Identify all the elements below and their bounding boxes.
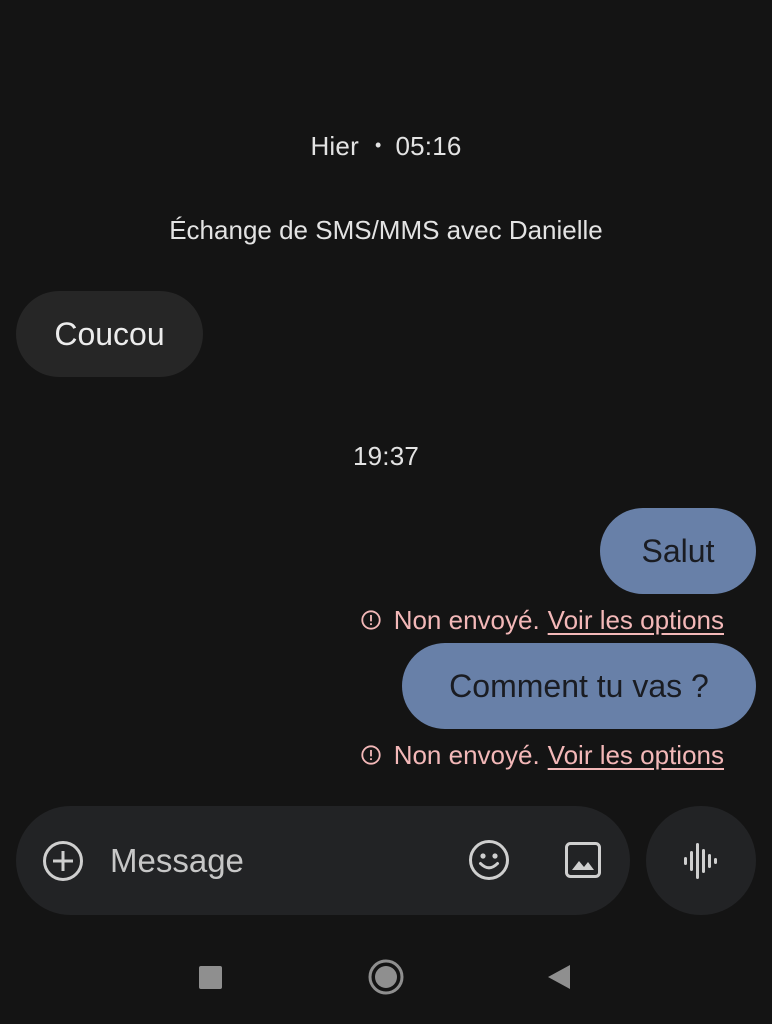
recents-square-icon[interactable] xyxy=(199,966,222,989)
outgoing-message-bubble[interactable]: Salut xyxy=(600,508,756,594)
status-text: Non envoyé. xyxy=(393,604,540,635)
separator-dot: • xyxy=(374,135,382,155)
system-navigation-bar xyxy=(0,950,772,1010)
message-text: Coucou xyxy=(54,315,165,352)
day-time: 05:16 xyxy=(395,131,462,161)
voice-record-button[interactable] xyxy=(646,806,756,915)
back-triangle-icon[interactable] xyxy=(546,963,572,991)
message-text: Salut xyxy=(641,532,715,569)
view-options-link[interactable]: Voir les options xyxy=(548,605,724,636)
status-text: Non envoyé. xyxy=(393,739,540,770)
voice-waveform-icon xyxy=(684,842,717,879)
day-timestamp: Hier • 05:16 xyxy=(0,131,772,162)
conversation-screen: Hier • 05:16 Échange de SMS/MMS avec Danie… xyxy=(0,0,772,1024)
send-error-status: Non envoyé. Voir les options xyxy=(360,738,724,772)
error-alert-icon xyxy=(361,745,381,765)
gallery-icon[interactable] xyxy=(564,841,602,879)
outgoing-message-bubble[interactable]: Comment tu vas ? xyxy=(402,643,756,729)
add-circle-icon[interactable] xyxy=(42,840,84,882)
message-text: Comment tu vas ? xyxy=(449,667,709,704)
incoming-message-bubble[interactable]: Coucou xyxy=(16,291,203,377)
send-error-status: Non envoyé. Voir les options xyxy=(360,603,724,637)
view-options-link[interactable]: Voir les options xyxy=(548,740,724,771)
emoji-icon[interactable] xyxy=(468,839,510,881)
message-input[interactable] xyxy=(110,836,440,886)
day-label: Hier xyxy=(310,131,359,161)
message-composer xyxy=(16,806,630,915)
home-circle-icon[interactable] xyxy=(368,959,404,995)
error-alert-icon xyxy=(361,610,381,630)
evening-timestamp: 19:37 xyxy=(352,441,420,471)
sms-exchange-notice: Échange de SMS/MMS avec Danielle xyxy=(169,215,603,245)
